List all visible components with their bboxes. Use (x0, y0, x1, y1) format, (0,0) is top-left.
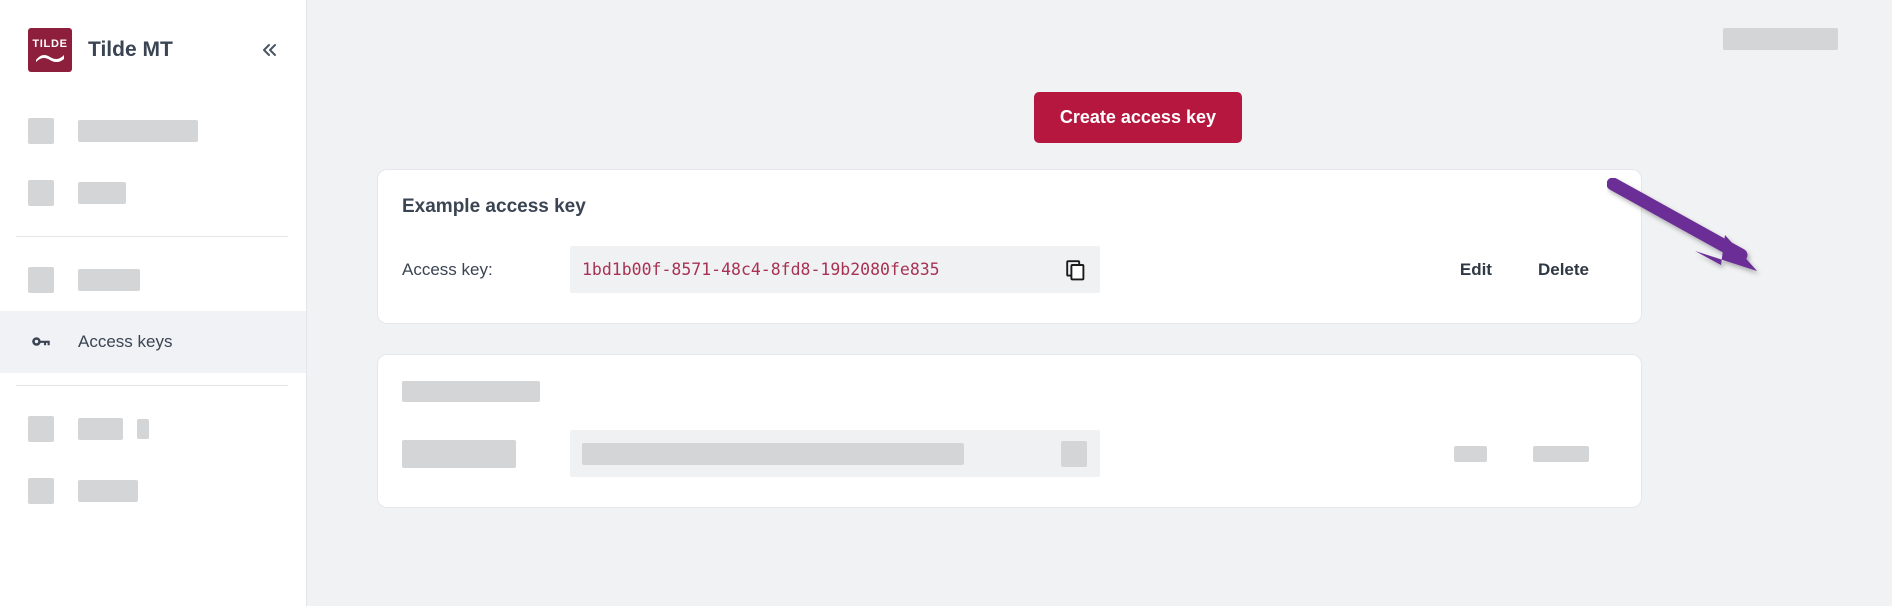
copy-icon[interactable] (1063, 258, 1087, 282)
brand-header: TILDE Tilde MT (0, 0, 306, 100)
access-key-card-redacted (377, 354, 1642, 508)
app-root: TILDE Tilde MT Access keys Create access… (0, 0, 1892, 606)
copy-icon-redacted[interactable] (1061, 440, 1087, 467)
access-key-value: 1bd1b00f-8571-48c4-8fd8-19b2080fe835 (582, 260, 940, 279)
redacted-icon (28, 180, 54, 206)
sidebar: TILDE Tilde MT Access keys (0, 0, 307, 606)
sidebar-item-3[interactable] (0, 249, 306, 311)
access-key-field[interactable]: 1bd1b00f-8571-48c4-8fd8-19b2080fe835 (570, 246, 1100, 293)
logo-wordmark: TILDE (32, 37, 68, 50)
action-row: Create access key (307, 92, 1892, 143)
redacted-icon (28, 478, 54, 504)
row-actions: Edit Delete (1460, 260, 1617, 280)
edit-button-redacted[interactable] (1454, 445, 1487, 462)
double-chevron-left-icon[interactable] (254, 35, 284, 65)
redacted-icon (28, 267, 54, 293)
delete-button[interactable]: Delete (1538, 260, 1589, 280)
sidebar-divider-1 (16, 236, 288, 237)
access-key-row: Access key: 1bd1b00f-8571-48c4-8fd8-19b2… (402, 246, 1617, 293)
sidebar-item-2[interactable] (0, 162, 306, 224)
access-key-card: Example access key Access key: 1bd1b00f-… (377, 169, 1642, 324)
access-key-row-redacted (402, 430, 1617, 477)
sidebar-divider-2 (16, 385, 288, 386)
delete-button-redacted[interactable] (1533, 445, 1589, 462)
tilde-wave-icon (36, 54, 64, 62)
sidebar-item-label-redacted (78, 480, 138, 502)
redacted-icon (28, 118, 54, 144)
sidebar-item-label-redacted (78, 120, 198, 142)
card-title-redacted (402, 381, 540, 402)
main-content: Create access key Example access key Acc… (307, 0, 1892, 606)
sidebar-item-label-redacted (78, 182, 126, 204)
sidebar-item-access-keys[interactable]: Access keys (0, 311, 306, 373)
create-access-key-button[interactable]: Create access key (1033, 92, 1242, 143)
account-menu-redacted[interactable] (1723, 28, 1838, 50)
sidebar-item-label-redacted (78, 418, 123, 440)
sidebar-item-5[interactable] (0, 398, 306, 460)
tilde-wave-logo-icon: TILDE (28, 28, 72, 72)
row-actions-redacted (1454, 445, 1617, 462)
sidebar-item-label-redacted (78, 269, 140, 291)
redacted-icon (28, 416, 54, 442)
access-key-label: Access key: (402, 259, 493, 279)
access-key-field-redacted[interactable] (570, 430, 1100, 477)
card-title: Example access key (402, 196, 586, 217)
sidebar-item-label: Access keys (78, 332, 173, 351)
sidebar-item-6[interactable] (0, 460, 306, 522)
access-key-value-redacted (582, 442, 964, 465)
top-bar (307, 0, 1892, 78)
sidebar-item-badge-redacted (137, 419, 149, 439)
sidebar-item-1[interactable] (0, 100, 306, 162)
edit-button[interactable]: Edit (1460, 260, 1492, 280)
key-icon (28, 329, 54, 355)
sidebar-nav: Access keys (0, 100, 306, 522)
brand-title: Tilde MT (88, 38, 173, 61)
access-key-label-redacted (402, 439, 516, 468)
